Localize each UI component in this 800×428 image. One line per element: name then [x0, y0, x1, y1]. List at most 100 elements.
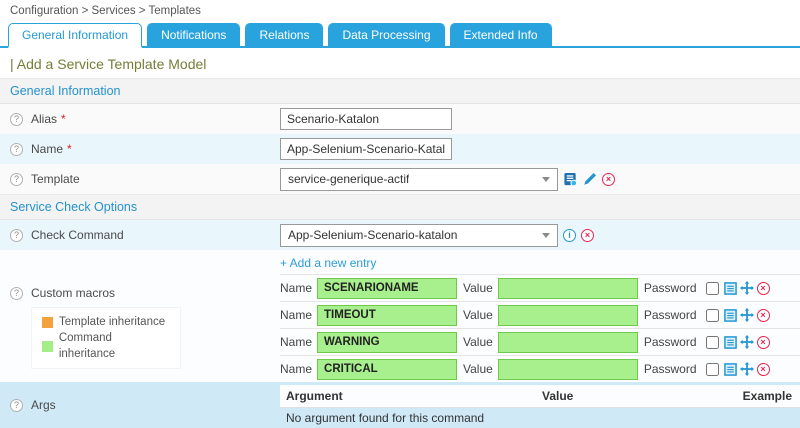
move-icon[interactable] — [740, 308, 754, 322]
delete-icon[interactable] — [757, 282, 770, 295]
legend-label: Template inheritance — [59, 314, 165, 330]
check-command-row: Check Command App-Selenium-Scenario-kata… — [0, 220, 800, 250]
macro-password-label: Password — [644, 308, 697, 322]
args-label-cell: Args — [0, 382, 280, 428]
args-header-value: Value — [542, 389, 730, 403]
args-header-example: Example — [730, 389, 792, 403]
page-title: | Add a Service Template Model — [0, 48, 800, 78]
macro-description-icon[interactable] — [724, 363, 737, 376]
alias-label-cell: Alias * — [0, 112, 280, 126]
macro-value-label: Value — [463, 308, 493, 322]
info-icon[interactable] — [563, 229, 576, 242]
orange-swatch-icon — [42, 317, 53, 328]
password-checkbox[interactable] — [706, 282, 719, 295]
custom-macros-list: + Add a new entry Name Value Password Na… — [280, 250, 800, 382]
macro-description-icon[interactable] — [724, 282, 737, 295]
required-mark: * — [61, 112, 66, 126]
delete-icon[interactable] — [581, 229, 594, 242]
tab-relations[interactable]: Relations — [245, 23, 323, 46]
custom-macros-label: Custom macros — [31, 286, 115, 300]
args-table: Argument Value Example No argument found… — [280, 382, 800, 428]
view-template-icon[interactable] — [563, 172, 578, 187]
macro-name-label: Name — [280, 281, 312, 295]
template-row: Template service-generique-actif — [0, 164, 800, 194]
move-icon[interactable] — [740, 362, 754, 376]
chevron-down-icon — [542, 177, 550, 182]
password-checkbox[interactable] — [706, 336, 719, 349]
macro-row-warning: Name Value Password — [280, 328, 800, 355]
macro-row-timeout: Name Value Password — [280, 301, 800, 328]
macro-value-label: Value — [463, 362, 493, 376]
macro-name-input[interactable] — [317, 359, 457, 380]
args-row: Args Argument Value Example No argument … — [0, 382, 800, 428]
macro-name-label: Name — [280, 335, 312, 349]
password-checkbox[interactable] — [706, 309, 719, 322]
template-label-cell: Template — [0, 172, 280, 186]
move-icon[interactable] — [740, 281, 754, 295]
help-icon[interactable] — [10, 229, 23, 242]
macro-password-label: Password — [644, 335, 697, 349]
macro-inheritance-legend: Template inheritance Command inheritance — [32, 308, 180, 368]
move-icon[interactable] — [740, 335, 754, 349]
check-command-label: Check Command — [31, 228, 124, 242]
legend-template-inheritance: Template inheritance — [42, 314, 170, 330]
tab-notifications[interactable]: Notifications — [147, 23, 240, 46]
template-label: Template — [31, 172, 80, 186]
macro-name-input[interactable] — [317, 332, 457, 353]
args-header-argument: Argument — [286, 389, 542, 403]
macro-row-scenarioname: Name Value Password — [280, 274, 800, 301]
help-icon[interactable] — [10, 173, 23, 186]
delete-icon[interactable] — [757, 336, 770, 349]
legend-command-inheritance: Command inheritance — [42, 330, 170, 362]
delete-icon[interactable] — [757, 363, 770, 376]
breadcrumb[interactable]: Configuration > Services > Templates — [0, 0, 800, 22]
help-icon[interactable] — [10, 113, 23, 126]
section-service-check-options: Service Check Options — [0, 194, 800, 220]
macro-name-input[interactable] — [317, 278, 457, 299]
args-label: Args — [31, 398, 56, 412]
name-label: Name — [31, 142, 63, 156]
tab-bar: General Information Notifications Relati… — [0, 22, 800, 48]
section-general-information: General Information — [0, 78, 800, 104]
macro-name-input[interactable] — [317, 305, 457, 326]
macro-value-input[interactable] — [498, 332, 638, 353]
legend-label: Command inheritance — [59, 330, 170, 362]
macro-name-label: Name — [280, 362, 312, 376]
macro-value-input[interactable] — [498, 359, 638, 380]
macro-value-input[interactable] — [498, 278, 638, 299]
alias-row: Alias * — [0, 104, 800, 134]
custom-macros-row: Custom macros Template inheritance Comma… — [0, 250, 800, 382]
check-command-label-cell: Check Command — [0, 228, 280, 242]
alias-input[interactable] — [280, 108, 452, 130]
custom-macros-label-cell: Custom macros Template inheritance Comma… — [0, 250, 280, 382]
required-mark: * — [67, 142, 72, 156]
add-new-entry-link[interactable]: + Add a new entry — [280, 250, 376, 274]
macro-password-label: Password — [644, 362, 697, 376]
tab-extended-info[interactable]: Extended Info — [450, 23, 552, 46]
alias-label: Alias — [31, 112, 57, 126]
delete-icon[interactable] — [757, 309, 770, 322]
macro-value-label: Value — [463, 281, 493, 295]
template-select[interactable]: service-generique-actif — [280, 168, 558, 191]
tab-general-information[interactable]: General Information — [8, 23, 142, 48]
macro-row-critical: Name Value Password — [280, 355, 800, 382]
chevron-down-icon — [542, 233, 550, 238]
tab-data-processing[interactable]: Data Processing — [328, 23, 444, 46]
check-command-select[interactable]: App-Selenium-Scenario-katalon — [280, 224, 558, 247]
args-table-header: Argument Value Example — [280, 385, 800, 408]
template-selected-value: service-generique-actif — [288, 172, 409, 186]
edit-pencil-icon[interactable] — [583, 172, 597, 186]
macro-description-icon[interactable] — [724, 336, 737, 349]
password-checkbox[interactable] — [706, 363, 719, 376]
help-icon[interactable] — [10, 143, 23, 156]
name-input[interactable] — [280, 138, 452, 160]
macro-description-icon[interactable] — [724, 309, 737, 322]
name-label-cell: Name * — [0, 142, 280, 156]
green-swatch-icon — [42, 341, 53, 352]
help-icon[interactable] — [10, 399, 23, 412]
help-icon[interactable] — [10, 287, 23, 300]
macro-value-input[interactable] — [498, 305, 638, 326]
macro-password-label: Password — [644, 281, 697, 295]
delete-icon[interactable] — [602, 173, 615, 186]
macro-name-label: Name — [280, 308, 312, 322]
